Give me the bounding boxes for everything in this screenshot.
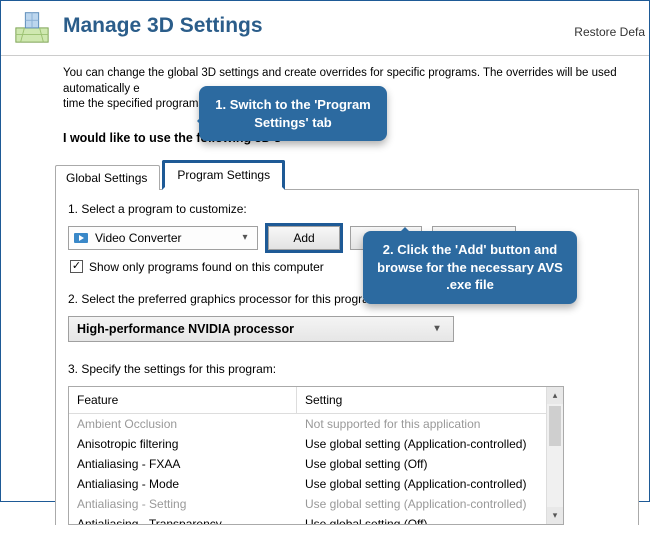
program-select[interactable]: Video Converter ▾ xyxy=(68,226,258,250)
setting-cell: Use global setting (Off) xyxy=(297,454,563,474)
step-1-label: 1. Select a program to customize: xyxy=(68,202,626,216)
setting-cell: Use global setting (Application-controll… xyxy=(297,474,563,494)
table-row[interactable]: Anisotropic filteringUse global setting … xyxy=(69,434,563,454)
feature-cell: Antialiasing - Transparency xyxy=(69,514,297,524)
setting-cell: Use global setting (Off) xyxy=(297,514,563,524)
scroll-thumb[interactable] xyxy=(549,406,561,446)
processor-select[interactable]: High-performance NVIDIA processor ▾ xyxy=(68,316,454,342)
column-header-feature[interactable]: Feature xyxy=(69,387,297,413)
tab-global-settings[interactable]: Global Settings xyxy=(55,165,160,190)
table-row[interactable]: Antialiasing - FXAAUse global setting (O… xyxy=(69,454,563,474)
restore-defaults-link[interactable]: Restore Defa xyxy=(574,25,645,39)
table-scrollbar[interactable]: ▴ ▾ xyxy=(546,387,563,524)
table-row[interactable]: Antialiasing - SettingUse global setting… xyxy=(69,494,563,514)
settings-table: Feature Setting Ambient OcclusionNot sup… xyxy=(68,386,564,525)
chevron-down-icon: ▾ xyxy=(237,232,253,243)
program-select-value: Video Converter xyxy=(95,231,237,245)
scroll-up-icon[interactable]: ▴ xyxy=(547,387,563,404)
table-row[interactable]: Antialiasing - ModeUse global setting (A… xyxy=(69,474,563,494)
nvidia-3d-logo-icon xyxy=(13,7,51,45)
video-converter-icon xyxy=(73,230,89,246)
setting-cell: Use global setting (Application-controll… xyxy=(297,494,563,514)
instruction-callout-1: 1. Switch to the 'Program Settings' tab xyxy=(199,86,387,141)
feature-cell: Antialiasing - FXAA xyxy=(69,454,297,474)
feature-cell: Ambient Occlusion xyxy=(69,414,297,434)
step-3-label: 3. Specify the settings for this program… xyxy=(68,362,626,376)
instruction-callout-2: 2. Click the 'Add' button and browse for… xyxy=(363,231,577,304)
scroll-down-icon[interactable]: ▾ xyxy=(547,507,563,524)
table-row[interactable]: Antialiasing - TransparencyUse global se… xyxy=(69,514,563,524)
checkbox-icon: ✓ xyxy=(70,260,83,273)
tab-program-settings[interactable]: Program Settings xyxy=(162,160,285,190)
page-title: Manage 3D Settings xyxy=(63,14,263,38)
table-row[interactable]: Ambient OcclusionNot supported for this … xyxy=(69,414,563,434)
setting-cell: Use global setting (Application-controll… xyxy=(297,434,563,454)
feature-cell: Anisotropic filtering xyxy=(69,434,297,454)
setting-cell: Not supported for this application xyxy=(297,414,563,434)
processor-select-value: High-performance NVIDIA processor xyxy=(77,322,429,336)
feature-cell: Antialiasing - Setting xyxy=(69,494,297,514)
chevron-down-icon: ▾ xyxy=(429,323,445,334)
feature-cell: Antialiasing - Mode xyxy=(69,474,297,494)
column-header-setting[interactable]: Setting xyxy=(297,387,563,413)
checkbox-label: Show only programs found on this compute… xyxy=(89,260,324,274)
add-button[interactable]: Add xyxy=(268,226,340,250)
